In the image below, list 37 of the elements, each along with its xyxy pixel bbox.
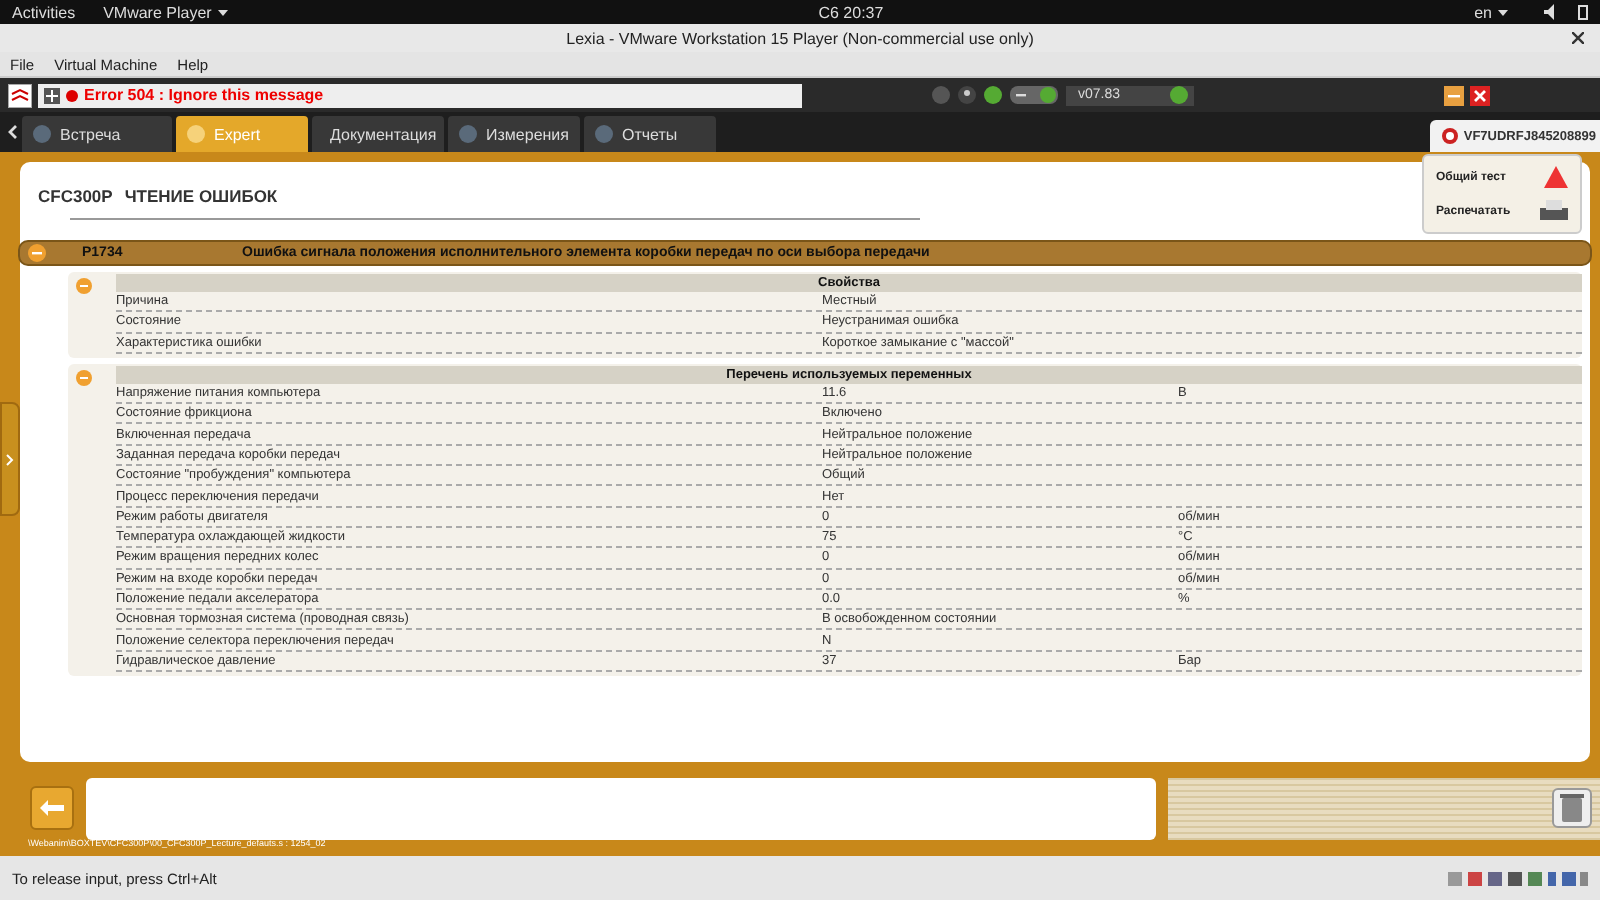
language-menu[interactable]: en <box>1474 3 1492 21</box>
collapse-icon[interactable] <box>28 244 46 262</box>
page-title: ЧТЕНИЕ ОШИБОК <box>124 186 278 206</box>
recycle-bin-button[interactable] <box>1552 788 1592 828</box>
warning-icon[interactable] <box>1544 166 1568 188</box>
tab[interactable]: Измерения <box>448 116 580 152</box>
battery-icon[interactable] <box>1578 4 1588 20</box>
zoom-control-icon[interactable] <box>1010 86 1058 104</box>
tab-icon <box>32 124 52 144</box>
side-expand-handle[interactable] <box>0 402 20 516</box>
tab-icon <box>458 124 478 144</box>
tab-icon <box>594 124 614 144</box>
caret-icon[interactable] <box>1498 9 1508 15</box>
device-icons-drawing[interactable] <box>1448 869 1588 887</box>
error-dot-icon <box>66 89 78 101</box>
ecu-name: CFC300P <box>38 186 113 206</box>
caret-icon[interactable] <box>217 9 228 15</box>
recycle-bin-icon <box>1560 794 1584 822</box>
chevron-icon[interactable] <box>6 124 18 140</box>
printer-icon[interactable] <box>1540 200 1568 222</box>
logo-icon <box>8 83 32 107</box>
chevron-right-icon <box>6 453 14 465</box>
activities-button[interactable]: Activities <box>12 3 76 21</box>
minimize-icon[interactable] <box>1444 85 1464 105</box>
car-badge-icon <box>1441 128 1458 144</box>
back-button[interactable] <box>30 786 74 830</box>
tab[interactable]: Отчеты <box>584 116 716 152</box>
window-title: Lexia - VMware Workstation 15 Player (Non-commercial use only) <box>566 29 1034 47</box>
tab[interactable]: Встреча <box>22 116 172 152</box>
close-icon[interactable] <box>1572 32 1584 44</box>
plus-icon[interactable] <box>44 87 60 103</box>
error-message: Error 504 : Ignore this message <box>84 86 324 104</box>
tab[interactable]: Документация <box>312 116 444 152</box>
app-menu[interactable]: VMware Player <box>103 3 212 21</box>
clock[interactable]: С6 20:37 <box>818 3 884 21</box>
tab-icon <box>186 124 206 144</box>
arrow-left-icon <box>40 800 64 816</box>
